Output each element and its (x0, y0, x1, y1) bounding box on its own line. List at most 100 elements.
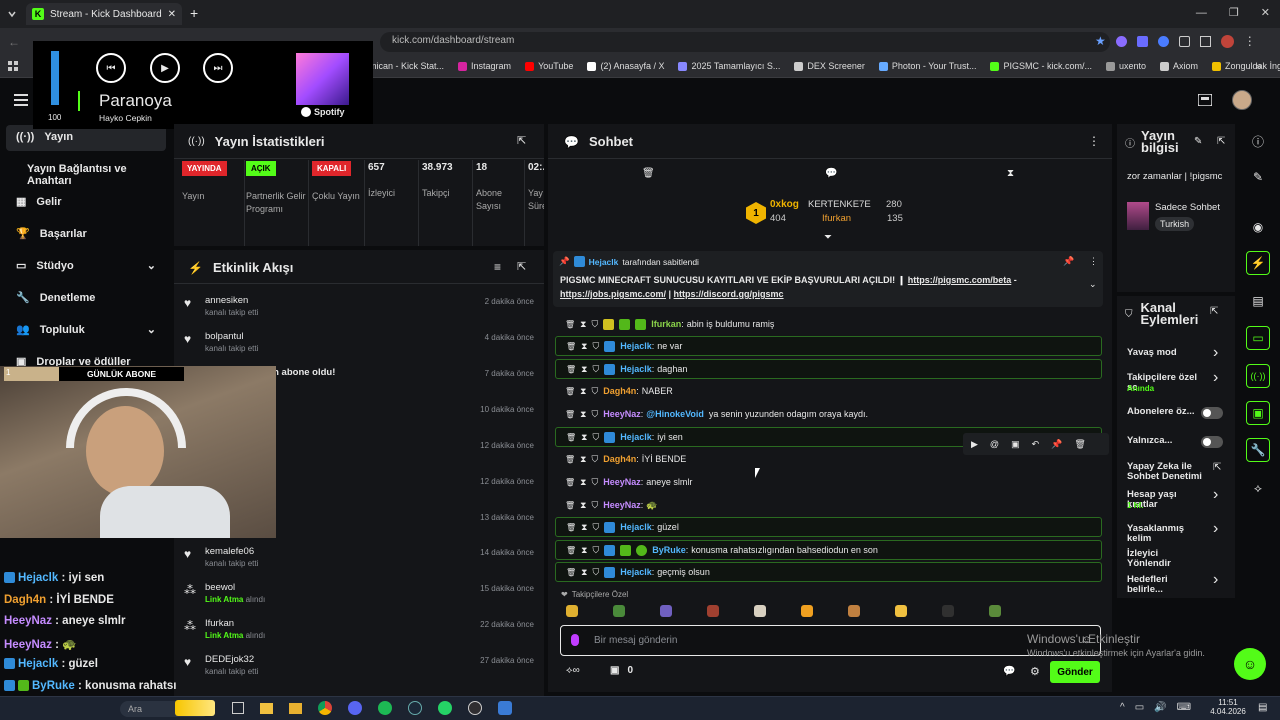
edit-icon[interactable]: ✎ (1194, 136, 1202, 147)
info-icon[interactable]: ⓘ (1246, 129, 1270, 153)
timeout-icon[interactable]: ⧗ (580, 409, 586, 420)
delete-message-icon[interactable]: 🗑 (565, 387, 575, 396)
timeout-icon[interactable]: ⧗ (580, 386, 586, 397)
sidebar-toggle-icon[interactable] (1199, 35, 1211, 47)
channel-points[interactable]: ▣ 0 (610, 665, 633, 676)
chat-mode-icon[interactable]: 💬 (825, 168, 837, 179)
chat-message[interactable]: 🗑 ⧗ ⛉ Hejaclk: daghan (555, 359, 1102, 379)
copy-icon[interactable]: ▣ (1011, 439, 1020, 450)
clock[interactable]: 11:51 4.04.2026 (1207, 698, 1249, 716)
chat-username[interactable]: Dagh4n (603, 386, 636, 396)
app-icon[interactable] (498, 701, 512, 715)
delete-message-icon[interactable]: 🗑 (566, 568, 576, 577)
chat-message[interactable]: 🗑 ⧗ ⛉ Dagh4n: NABER (555, 381, 1102, 401)
ban-icon[interactable]: ⛉ (591, 477, 598, 488)
bookmark-item[interactable]: Axiom (1160, 61, 1198, 71)
play-icon[interactable]: ▶ (971, 439, 978, 450)
chat-menu-icon[interactable]: ⋮ (1088, 134, 1100, 148)
back-icon[interactable]: ← (8, 35, 20, 49)
bookmark-item[interactable]: 2025 Tamamlayıcı S... (678, 61, 780, 71)
pen-icon[interactable]: ✎ (1246, 165, 1270, 189)
timeout-icon[interactable]: ⧗ (580, 477, 586, 488)
delete-message-icon[interactable]: 🗑 (565, 320, 575, 329)
tray-chevron-icon[interactable]: ^ (1120, 702, 1125, 713)
bookmark-item[interactable]: (2) Anasayfa / X (587, 61, 664, 71)
chat-mention[interactable]: @HinokeVoid (646, 409, 704, 419)
volume-icon[interactable]: 🔊 (1154, 702, 1166, 713)
channel-action[interactable]: Yapay Zeka ile Sohbet Denetimi ⇱ (1127, 462, 1227, 486)
chat-username[interactable]: HeeyNaz (603, 500, 641, 510)
sidebar-item-studyo[interactable]: ▭ Stüdyo ⌄ (16, 259, 156, 273)
pinned-link[interactable]: https://pigsmc.com/beta (908, 275, 1012, 285)
bookmark-item[interactable]: Instagram (458, 61, 511, 71)
bookmark-item[interactable]: Photon - Your Trust... (878, 61, 976, 71)
timeout-icon[interactable]: ⧗ (581, 432, 587, 443)
next-track-icon[interactable]: ⏭ (203, 53, 233, 83)
ban-icon[interactable]: ⛉ (592, 545, 599, 556)
emote[interactable] (707, 605, 719, 617)
ban-icon[interactable]: ⛉ (591, 409, 598, 420)
wrench-icon[interactable]: 🔧 (1246, 438, 1270, 462)
mention-icon[interactable]: @ (990, 439, 999, 449)
emote[interactable] (989, 605, 1001, 617)
steam-icon[interactable] (408, 701, 422, 715)
sidebar-item-gelir[interactable]: ▦ Gelir (16, 195, 61, 209)
points-icon[interactable]: ⟡∞ (566, 665, 580, 676)
popout-icon[interactable]: ⇱ (517, 134, 526, 147)
toggle-switch[interactable] (1201, 407, 1223, 419)
popout-icon[interactable]: ⇱ (1217, 136, 1225, 147)
chat-username[interactable]: ByRuke (652, 545, 686, 555)
filter-icon[interactable]: ≡ (494, 260, 501, 274)
ban-icon[interactable]: ⛉ (592, 567, 599, 578)
emote[interactable] (566, 605, 578, 617)
chat-message[interactable]: 🗑 ⧗ ⛉ ByRuke: konusma rahatsızlıgından bahse… (555, 540, 1102, 560)
pinned-link[interactable]: https://discord.gg/pigsmc (674, 289, 784, 299)
delete-message-icon[interactable]: 🗑 (566, 365, 576, 374)
delete-message-icon[interactable]: 🗑 (566, 523, 576, 532)
previous-track-icon[interactable]: ⏮ (96, 53, 126, 83)
hamburger-menu-icon[interactable] (14, 94, 28, 106)
delete-message-icon[interactable]: 🗑 (566, 342, 576, 351)
file-explorer-icon[interactable] (260, 702, 273, 714)
delete-message-icon[interactable]: 🗑 (565, 410, 575, 419)
ban-icon[interactable]: ⛉ (591, 454, 598, 465)
chat-settings-bubble-icon[interactable]: 💬 (1003, 666, 1015, 677)
bookmark-item[interactable]: YouTube (525, 61, 573, 71)
emote[interactable] (801, 605, 813, 617)
channel-action[interactable]: Takipçilere özel sc Anında › (1127, 369, 1227, 397)
reply-icon[interactable]: ↶ (1032, 439, 1040, 450)
extension-icon[interactable] (1115, 35, 1127, 47)
delete-message-icon[interactable]: 🗑 (566, 546, 576, 555)
chat-message[interactable]: 🗑 ⧗ ⛉ HeeyNaz: aneye slmlr (555, 472, 1102, 492)
lightning-icon[interactable]: ⚡ (1246, 251, 1270, 275)
broadcast-icon[interactable]: ((·)) (1246, 364, 1270, 388)
chat-username[interactable]: Dagh4n (603, 454, 636, 464)
chat-bubble-icon[interactable]: ▭ (1246, 326, 1270, 350)
extension-icon[interactable] (1157, 35, 1169, 47)
toggle-switch[interactable] (1201, 436, 1223, 448)
timeout-icon[interactable]: ⧗ (580, 454, 586, 465)
apps-icon[interactable] (8, 61, 18, 71)
chat-username[interactable]: Hejaclk (620, 567, 652, 577)
points-icon[interactable]: ⟡ (1246, 476, 1270, 500)
send-button[interactable]: Gönder (1050, 661, 1100, 683)
activity-event[interactable]: ♥ DEDEjok32 kanalı takip etti 27 dakika önc… (180, 651, 538, 687)
unpin-icon[interactable]: 📌 (1063, 256, 1074, 267)
chrome-icon[interactable] (318, 701, 332, 715)
url-field[interactable]: kick.com/dashboard/stream (380, 32, 1110, 52)
maximize-icon[interactable]: ❐ (1229, 6, 1239, 19)
ban-icon[interactable]: ⛉ (591, 500, 598, 511)
bookmark-star-icon[interactable]: ★ (1095, 34, 1106, 48)
new-tab-icon[interactable]: + (190, 5, 198, 21)
chat-message[interactable]: 🗑 ⧗ ⛉ Hejaclk: geçmiş olsun (555, 562, 1102, 582)
timeout-icon[interactable]: ⧗ (581, 341, 587, 352)
emote[interactable] (942, 605, 954, 617)
more-bookmarks-icon[interactable]: » (1255, 59, 1262, 73)
close-tab-icon[interactable]: ✕ (168, 9, 176, 20)
delete-message-icon[interactable]: 🗑 (565, 478, 575, 487)
sidebar-item-yayin[interactable]: ((·)) Yayın (16, 131, 73, 143)
pinned-by-user[interactable]: Hejaclk (589, 257, 619, 267)
chat-username[interactable]: Hejaclk (620, 522, 652, 532)
emote[interactable] (754, 605, 766, 617)
profile-avatar[interactable] (1220, 34, 1234, 48)
